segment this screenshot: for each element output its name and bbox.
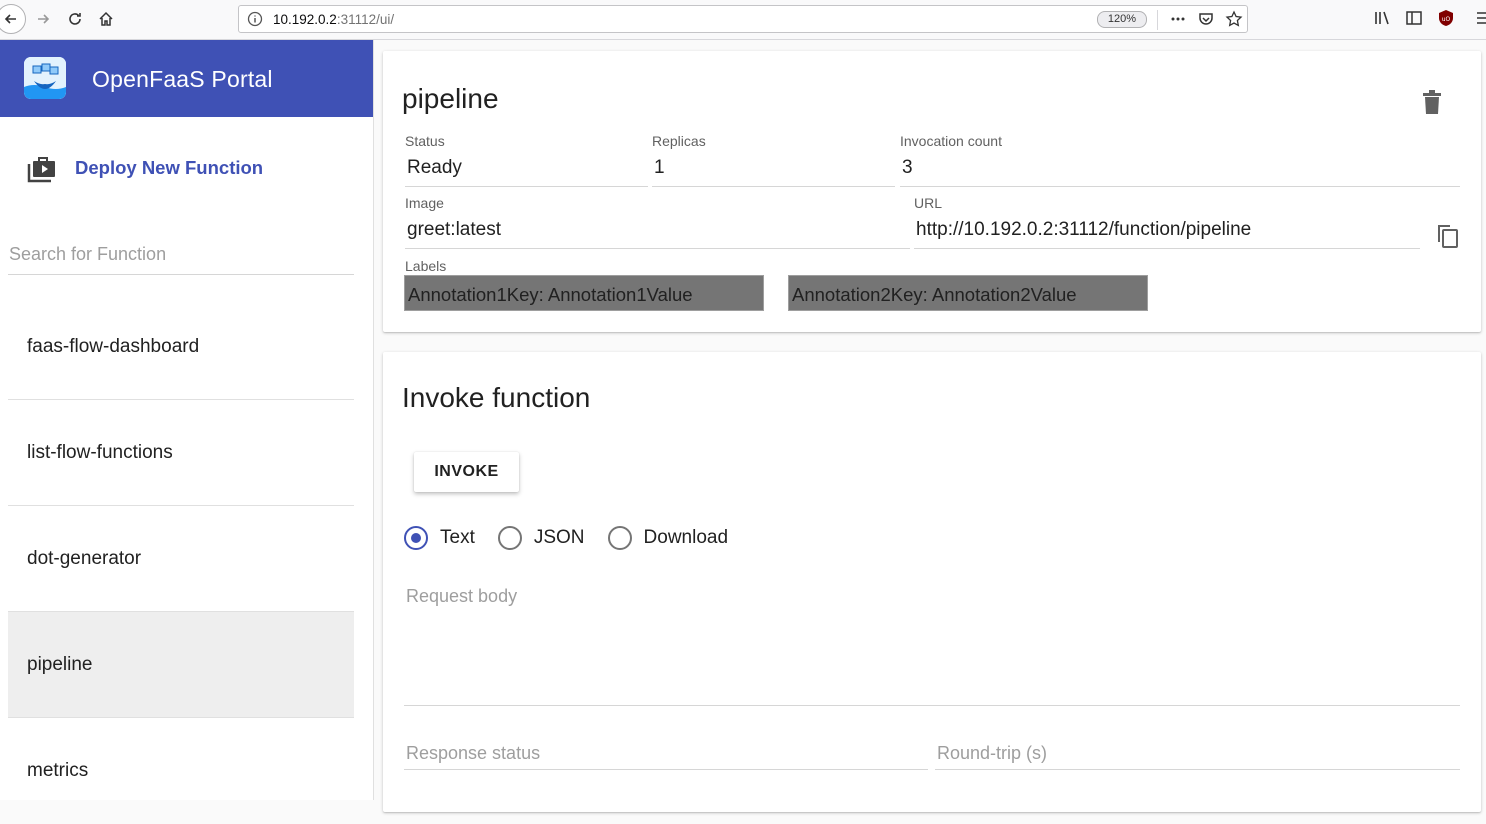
response-status-field[interactable] [404,738,928,770]
invocation-count-label: Invocation count [900,133,1002,149]
bookmark-star-icon[interactable] [1225,10,1243,28]
labels-label: Labels [405,258,447,274]
label-chip: Annotation2Key: Annotation2Value [788,275,1148,311]
radio-circle[interactable] [497,526,522,550]
label-chip: Annotation1Key: Annotation1Value [404,275,764,311]
svg-text:uO: uO [1442,16,1451,23]
invoke-title: Invoke function [402,382,591,413]
back-button[interactable] [0,4,26,34]
sidebar: OpenFaaS Portal Deploy New Function faas… [0,40,374,800]
function-list: faas-flow-dashboard list-flow-functions … [8,294,354,824]
more-actions-icon[interactable] [1169,10,1187,28]
radio-label: JSON [533,527,585,548]
function-item-pipeline[interactable]: pipeline [8,612,354,718]
function-detail-card: pipeline Status Ready Replicas 1 Invocat… [383,51,1481,332]
status-value: Ready [405,157,648,187]
status-label: Status [405,133,445,149]
url-field: URL http://10.192.0.2:31112/function/pip… [914,195,1420,249]
reload-button[interactable] [62,6,88,32]
openfaas-logo [24,57,66,99]
function-item-list-flow-functions[interactable]: list-flow-functions [8,400,354,506]
replicas-field: Replicas 1 [652,133,895,187]
sidebar-toggle-icon[interactable] [1405,9,1423,27]
arrow-right-icon [38,14,50,24]
address-bar[interactable]: 10.192.0.2:31112/ui/ 120% [238,5,1248,33]
home-button[interactable] [93,6,119,32]
request-body-input[interactable] [404,584,1460,706]
radio-circle[interactable] [607,526,632,550]
function-item-metrics[interactable]: metrics [8,718,354,824]
info-icon[interactable] [247,11,263,27]
replicas-label: Replicas [652,133,706,149]
radio-download[interactable]: Download [607,526,729,550]
zoom-badge[interactable]: 120% [1097,11,1147,28]
pocket-icon[interactable] [1197,10,1215,28]
home-icon [99,11,113,26]
deploy-new-function-button[interactable]: Deploy New Function [22,150,263,186]
search-function-input[interactable] [8,234,354,275]
radio-text[interactable]: Text [404,526,475,550]
browser-toolbar: 10.192.0.2:31112/ui/ 120% uO [0,0,1486,40]
function-item-dot-generator[interactable]: dot-generator [8,506,354,612]
deploy-label: Deploy New Function [75,157,264,178]
url-label: URL [914,195,943,211]
round-trip-field[interactable] [935,738,1460,770]
function-item-faas-flow-dashboard[interactable]: faas-flow-dashboard [8,294,354,400]
forward-button[interactable] [30,6,56,32]
image-label: Image [405,195,444,211]
arrow-left-icon [4,14,16,24]
url-value[interactable]: http://10.192.0.2:31112/function/pipelin… [914,219,1420,249]
radio-label: Download [643,527,729,548]
invoke-function-card: Invoke function INVOKE Text JSON Downloa… [383,352,1481,812]
invoke-button[interactable]: INVOKE [414,452,519,492]
portal-title: OpenFaaS Portal [92,66,273,92]
image-value: greet:latest [405,219,910,249]
invocation-count-field: Invocation count 3 [900,133,1460,187]
url-text[interactable]: 10.192.0.2:31112/ui/ [273,12,394,27]
function-name-title: pipeline [402,83,499,114]
url-separator [1157,10,1158,30]
library-icon[interactable] [1373,9,1391,27]
status-field: Status Ready [405,133,648,187]
invocation-count-value: 3 [900,157,1460,187]
reload-icon [69,13,81,25]
radio-label: Text [440,527,475,548]
content-type-radio-group: Text JSON Download [404,526,751,550]
radio-circle[interactable] [404,526,428,550]
ublock-icon[interactable]: uO [1437,9,1455,27]
deploy-briefcase-icon [27,157,55,183]
radio-json[interactable]: JSON [497,526,585,550]
url-path: :31112/ui/ [336,12,395,27]
url-host: 10.192.0.2 [273,12,337,27]
image-field: Image greet:latest [405,195,910,249]
labels-field: Labels [405,258,446,274]
delete-trash-icon[interactable] [1420,88,1444,116]
brand-header: OpenFaaS Portal [0,40,373,117]
menu-icon[interactable] [1474,9,1486,27]
replicas-value: 1 [652,157,895,187]
copy-icon[interactable] [1434,221,1460,249]
